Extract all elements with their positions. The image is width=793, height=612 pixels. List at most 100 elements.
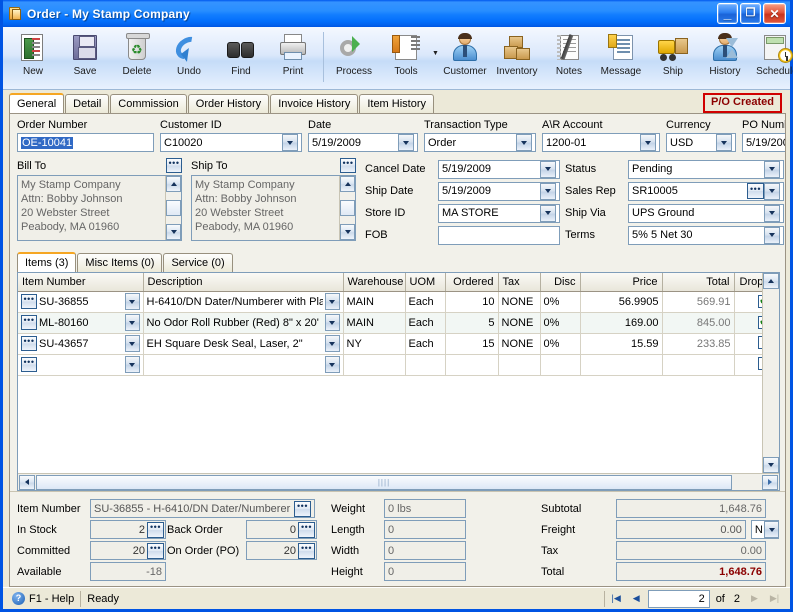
detail-item-ellipsis-button[interactable]: ••• [294,501,311,517]
cell-price[interactable]: 56.9905 [580,291,662,312]
ship-to-ellipsis-button[interactable]: ••• [340,158,356,173]
table-row[interactable]: ••• ML-80160 No Odor Roll Rubber (Red) 8… [18,312,780,333]
chevron-down-icon[interactable] [125,356,140,373]
col-price[interactable]: Price [580,273,662,291]
in-stock-stepper[interactable]: 2 ••• [90,520,166,539]
width-input[interactable]: 0 [384,541,466,560]
toolbar-message-button[interactable]: Message [595,30,647,77]
col-item-number[interactable]: Item Number [18,273,143,291]
sales-rep-combo[interactable]: SR10005 ••• [628,182,784,201]
chevron-down-icon[interactable] [764,205,780,222]
record-number-input[interactable]: 2 [648,590,710,608]
status-combo[interactable]: Pending [628,160,784,179]
toolbar-undo-button[interactable]: Undo [163,30,215,77]
toolbar-new-button[interactable]: New [7,30,59,77]
cell-warehouse[interactable]: NY [343,333,405,354]
cell-uom[interactable]: Each [405,312,445,333]
toolbar-history-button[interactable]: History [699,30,751,77]
cell-ordered[interactable] [445,354,498,375]
col-disc[interactable]: Disc [540,273,580,291]
ar-account-combo[interactable]: 1200-01 [542,133,660,152]
cell-item-number[interactable]: ••• SU-36855 [18,291,143,312]
col-description[interactable]: Description [143,273,343,291]
chevron-down-icon[interactable] [764,161,780,178]
chevron-down-icon[interactable] [282,134,298,151]
scroll-up-icon[interactable] [166,176,181,192]
last-record-icon[interactable]: ▶| [766,590,783,607]
freight-flag-combo[interactable]: N [751,520,779,539]
row-ellipsis-button[interactable]: ••• [21,336,37,351]
chevron-down-icon[interactable] [398,134,414,151]
chevron-down-icon[interactable] [764,183,780,200]
cell-disc[interactable]: 0% [540,333,580,354]
bill-to-ellipsis-button[interactable]: ••• [166,158,182,173]
toolbar-inventory-button[interactable]: Inventory [491,30,543,77]
cell-tax[interactable] [498,354,540,375]
hscroll-thumb[interactable]: |||| [36,475,732,490]
height-input[interactable]: 0 [384,562,466,581]
terms-combo[interactable]: 5% 5 Net 30 [628,226,784,245]
cell-item-number[interactable]: ••• ML-80160 [18,312,143,333]
row-ellipsis-button[interactable]: ••• [21,357,37,372]
grid-horizontal-scrollbar[interactable]: |||| [18,473,779,490]
toolbar-delete-button[interactable]: Delete [111,30,163,77]
ship-to-scrollbar[interactable] [339,176,355,240]
cell-price[interactable] [580,354,662,375]
cell-item-number[interactable]: ••• SU-43657 [18,333,143,354]
toolbar-notes-button[interactable]: Notes [543,30,595,77]
cancel-date-combo[interactable]: 5/19/2009 [438,160,560,179]
cell-uom[interactable]: Each [405,291,445,312]
table-row[interactable]: ••• SU-36855 H-6410/DN Dater/Numberer wi… [18,291,780,312]
customer-id-combo[interactable]: C10020 [160,133,302,152]
toolbar-save-button[interactable]: Save [59,30,111,77]
cell-disc[interactable] [540,354,580,375]
toolbar-customer-button[interactable]: Customer [439,30,491,77]
cell-warehouse[interactable] [343,354,405,375]
cell-ordered[interactable]: 10 [445,291,498,312]
chevron-down-icon[interactable] [716,134,732,151]
weight-input[interactable]: 0 lbs [384,499,466,518]
chevron-down-icon[interactable] [125,335,140,352]
cell-disc[interactable]: 0% [540,291,580,312]
store-id-combo[interactable]: MA STORE [438,204,560,223]
table-row[interactable]: ••• [18,354,780,375]
cell-warehouse[interactable]: MAIN [343,312,405,333]
cell-description[interactable]: EH Square Desk Seal, Laser, 2" [143,333,343,354]
next-record-icon[interactable]: ▶ [746,590,763,607]
chevron-down-icon[interactable] [540,205,556,222]
committed-ellipsis-button[interactable]: ••• [147,543,164,559]
first-record-icon[interactable]: |◀ [608,590,625,607]
tab-item-history[interactable]: Item History [359,94,434,113]
back-order-ellipsis-button[interactable]: ••• [298,522,315,538]
cell-disc[interactable]: 0% [540,312,580,333]
tab-general[interactable]: General [9,93,64,113]
grid-vertical-scrollbar[interactable] [762,273,779,473]
cell-tax[interactable]: NONE [498,291,540,312]
scroll-down-icon[interactable] [340,224,355,240]
toolbar-tools-button[interactable]: Tools [380,30,432,77]
transaction-type-combo[interactable]: Order [424,133,536,152]
toolbar-find-button[interactable]: Find [215,30,267,77]
previous-record-icon[interactable]: ◀ [628,590,645,607]
close-button[interactable]: ✕ [763,3,786,24]
tab-misc-items[interactable]: Misc Items (0) [77,253,162,272]
date-combo[interactable]: 5/19/2009 [308,133,418,152]
chevron-down-icon[interactable] [764,227,780,244]
tab-service[interactable]: Service (0) [163,253,232,272]
scroll-down-icon[interactable] [166,224,181,240]
tab-commission[interactable]: Commission [110,94,187,113]
chevron-down-icon[interactable] [540,183,556,200]
ship-via-combo[interactable]: UPS Ground [628,204,784,223]
detail-item-number-input[interactable]: SU-36855 - H-6410/DN Dater/Numberer ••• [90,499,315,518]
chevron-down-icon[interactable] [325,314,340,331]
tab-invoice-history[interactable]: Invoice History [270,94,358,113]
bill-to-textarea[interactable]: My Stamp Company Attn: Bobby Johnson 20 … [17,175,182,241]
bill-to-scrollbar[interactable] [165,176,181,240]
scroll-right-icon[interactable] [762,475,778,490]
col-ordered[interactable]: Ordered [445,273,498,291]
tab-order-history[interactable]: Order History [188,94,269,113]
chevron-down-icon[interactable] [764,521,779,538]
chevron-down-icon[interactable] [325,293,340,310]
tab-detail[interactable]: Detail [65,94,109,113]
freight-input[interactable]: 0.00 [616,520,746,539]
